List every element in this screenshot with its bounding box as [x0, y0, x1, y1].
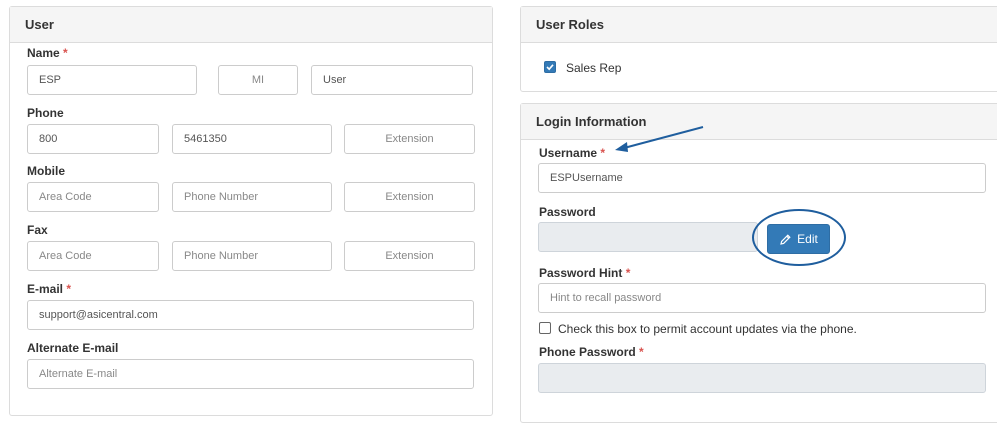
mobile-area-input[interactable]	[27, 182, 159, 212]
middle-initial-input[interactable]	[218, 65, 298, 95]
annotation-circle	[752, 209, 846, 266]
checkmark-icon	[546, 64, 554, 71]
user-roles-title: User Roles	[521, 7, 997, 43]
mobile-extension-input[interactable]	[344, 182, 475, 212]
fax-extension-input[interactable]	[344, 241, 475, 271]
sales-rep-checkbox[interactable]	[544, 61, 556, 73]
name-label: Name *	[27, 46, 68, 60]
email-input[interactable]	[27, 300, 474, 330]
mobile-label: Mobile	[27, 164, 65, 178]
last-name-input[interactable]	[311, 65, 473, 95]
user-roles-panel: User Roles	[520, 6, 997, 92]
username-input[interactable]	[538, 163, 986, 193]
mobile-number-input[interactable]	[172, 182, 332, 212]
user-panel-title: User	[10, 7, 492, 43]
sales-rep-label: Sales Rep	[566, 61, 622, 75]
phone-number-input[interactable]	[172, 124, 332, 154]
phone-updates-checkbox[interactable]	[539, 322, 551, 334]
email-label: E-mail *	[27, 282, 72, 296]
phone-password-label: Phone Password *	[539, 345, 644, 359]
username-label: Username *	[539, 146, 606, 160]
login-information-title: Login Information	[521, 104, 997, 140]
annotation-arrow-icon	[615, 126, 704, 152]
fax-area-input[interactable]	[27, 241, 159, 271]
password-input	[538, 222, 758, 252]
phone-updates-label: Check this box to permit account updates…	[558, 322, 857, 336]
first-name-input[interactable]	[27, 65, 197, 95]
password-hint-label: Password Hint *	[539, 266, 631, 280]
phone-extension-input[interactable]	[344, 124, 475, 154]
phone-label: Phone	[27, 106, 64, 120]
fax-label: Fax	[27, 223, 48, 237]
fax-number-input[interactable]	[172, 241, 332, 271]
password-label: Password	[539, 205, 596, 219]
alternate-email-label: Alternate E-mail	[27, 341, 119, 355]
phone-area-input[interactable]	[27, 124, 159, 154]
phone-password-input	[538, 363, 986, 393]
alternate-email-input[interactable]	[27, 359, 474, 389]
password-hint-input[interactable]	[538, 283, 986, 313]
